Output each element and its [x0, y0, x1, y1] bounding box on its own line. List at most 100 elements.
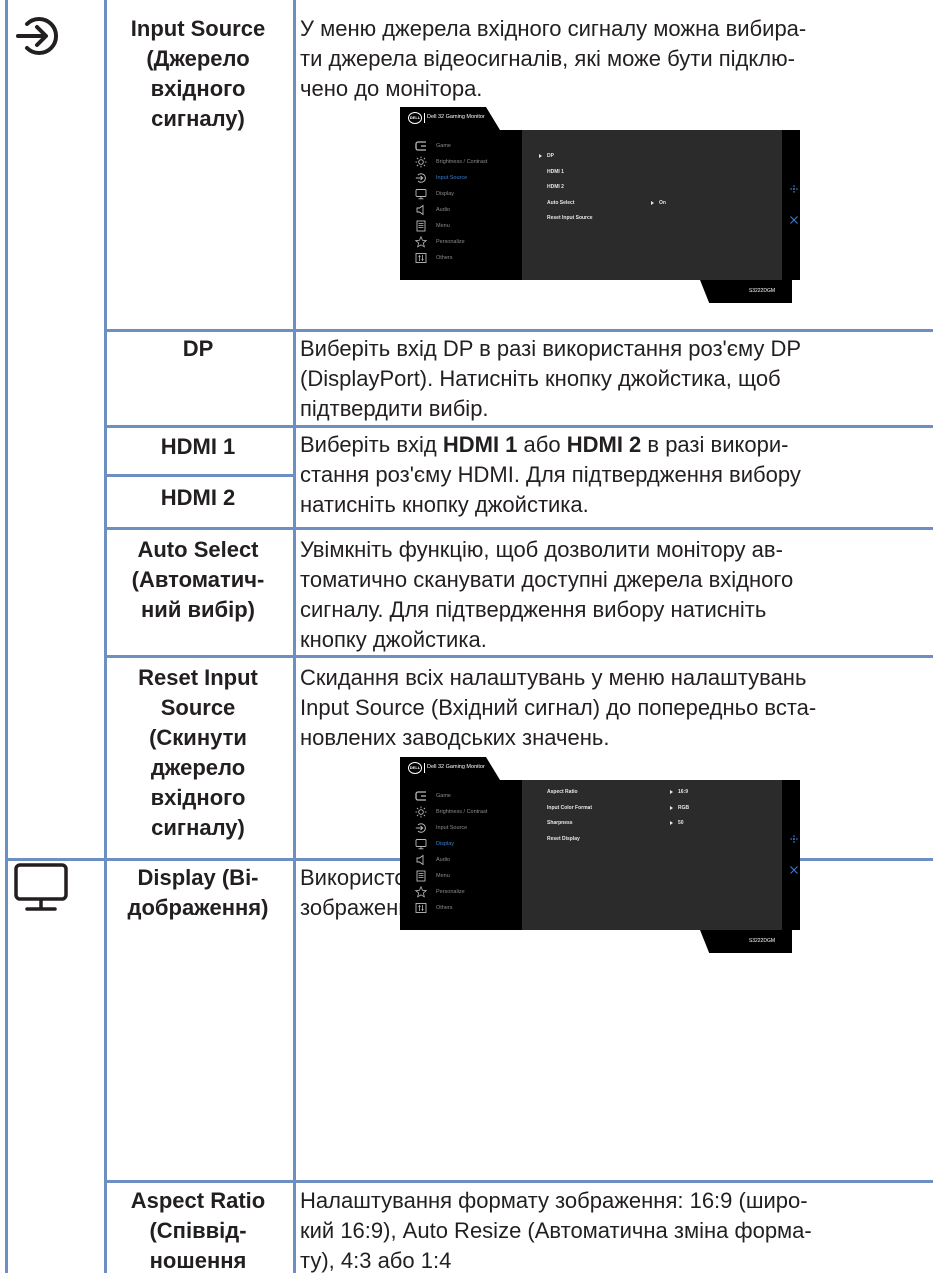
osd-menu-item-label: Display	[436, 191, 455, 197]
osd-menu-item: Menu	[414, 218, 450, 234]
osd-menu-item-label: Display	[436, 841, 455, 847]
game-icon	[414, 790, 428, 802]
brightness-icon	[414, 806, 428, 818]
osd-menu-item: Brightness / Contrast	[414, 154, 487, 170]
osd-title-separator	[424, 113, 425, 123]
hdmi-desc-mid: або	[517, 432, 567, 457]
osd-submenu-item: HDMI 1	[547, 168, 564, 175]
input-source-icon	[15, 12, 63, 60]
display-name: Display (Ві- дображення)	[127, 865, 269, 920]
aspect-ratio-name: Aspect Ratio (Співвід- ношення сторін)	[130, 1188, 266, 1273]
chevron-right-icon	[670, 805, 673, 810]
osd-menu-item-label: Others	[436, 905, 453, 911]
menu-icon	[414, 870, 428, 882]
input-source-name: Input Source (Джерело вхідного сигналу)	[130, 16, 266, 131]
osd-menu-item-label: Others	[436, 255, 453, 261]
game-icon	[414, 140, 428, 152]
osd-menu-item-label: Brightness / Contrast	[436, 159, 488, 165]
osd-footer-tab	[700, 280, 792, 303]
osd-menu-item-label: Menu	[436, 873, 450, 879]
osd-menu-item-label: Game	[436, 793, 451, 799]
osd-submenu-item: Reset Input Source	[547, 215, 593, 221]
osd-menu-item: Personalize	[414, 234, 465, 250]
personalize-icon	[414, 886, 428, 898]
osd-menu-item-label: Brightness / Contrast	[436, 809, 488, 815]
chevron-right-icon	[670, 790, 673, 794]
osd-menu-item: Game	[414, 138, 451, 154]
osd-frame: Game Brightness / Contrast Input Source Dis…	[400, 130, 800, 280]
osd-menu-item: Personalize	[414, 884, 465, 900]
table-left-border	[5, 0, 8, 1273]
osd-menu-item: Brightness / Contrast	[414, 804, 487, 820]
osd-frame: Game Brightness / Contrast Input Source Dis…	[400, 780, 800, 930]
audio-icon	[414, 854, 428, 866]
osd-menu-item-label: Menu	[436, 223, 450, 229]
display-icon	[14, 862, 68, 914]
menu-icon	[414, 220, 428, 232]
hdmi1-name: HDMI 1	[160, 434, 236, 459]
joystick-move-icon	[790, 830, 798, 843]
osd-menu-item-label: Audio	[436, 857, 451, 863]
row-divider	[104, 425, 933, 428]
hdmi-desc-b1: HDMI 1	[442, 432, 518, 457]
osd-submenu-panel	[522, 780, 782, 930]
table-col-divider-2	[293, 0, 296, 1273]
row-divider	[104, 527, 933, 530]
input-source-icon	[414, 172, 428, 184]
audio-icon	[414, 204, 428, 216]
osd-model-title: Dell 32 Gaming Monitor	[427, 114, 485, 120]
personalize-icon	[414, 236, 428, 248]
row-divider	[104, 655, 933, 658]
osd-menu-item: Audio	[414, 202, 450, 218]
osd-title-separator	[424, 763, 425, 773]
osd-submenu-item: DP	[547, 153, 554, 159]
osd-footer: S3222DGM	[400, 280, 800, 303]
osd-menu-item: Menu	[414, 868, 450, 884]
osd-menu-item-label: Input Source	[436, 175, 468, 181]
joystick-move-icon	[790, 180, 798, 193]
row-divider	[104, 329, 933, 332]
hdmi-desc: Виберіть вхід HDMI 1 або HDMI 2 в разі в…	[300, 430, 922, 520]
osd-submenu-item: HDMI 2	[547, 184, 564, 190]
osd-title-bar: DELL Dell 32 Gaming Monitor	[400, 107, 800, 130]
osd-footer-model: S3222DGM	[748, 288, 775, 294]
osd-menu-item: Game	[414, 788, 451, 804]
others-icon	[414, 902, 428, 914]
osd-submenu-item: Sharpness	[547, 820, 573, 826]
close-icon	[789, 862, 799, 874]
osd-menu-item: Audio	[414, 852, 450, 868]
hdmi2-name: HDMI 2	[160, 485, 236, 510]
osd-menu-item-label: Audio	[436, 207, 451, 213]
dell-logo: DELL	[408, 112, 422, 124]
osd-submenu-item: Reset Display	[547, 835, 580, 842]
osd-submenu-item: Aspect Ratio	[547, 789, 578, 795]
input-source-icon	[414, 822, 428, 834]
reset-input-name: Reset Input Source (Скинути джерело вхід…	[138, 665, 258, 840]
osd-menu-item-label: Input Source	[436, 825, 468, 831]
aspect-ratio-desc: Налаштування формату зображення: 16:9 (ш…	[300, 1188, 812, 1273]
chevron-right-icon	[651, 200, 654, 205]
table-col-divider-1	[104, 0, 107, 1273]
dp-name: DP	[182, 336, 214, 361]
close-icon	[789, 212, 799, 224]
osd-submenu-value: RGB	[678, 804, 690, 811]
row-divider	[104, 1180, 933, 1183]
osd-menu-item-label: Game	[436, 143, 451, 149]
auto-select-desc: Увімкніть функцію, щоб дозволити монітор…	[300, 537, 794, 652]
osd-submenu-item: Input Color Format	[547, 804, 592, 811]
display-icon	[414, 188, 428, 200]
osd-menu-item: Display	[414, 836, 454, 852]
osd-input-source-screenshot: DELL Dell 32 Gaming Monitor Game Brightne…	[400, 107, 800, 303]
row-divider	[104, 474, 293, 477]
brightness-icon	[414, 156, 428, 168]
others-icon	[414, 252, 428, 264]
chevron-right-icon	[539, 154, 542, 158]
osd-submenu-value: 16:9	[678, 789, 689, 795]
osd-menu-item: Input Source	[414, 820, 467, 836]
osd-menu-item: Others	[414, 250, 453, 266]
osd-footer-tab	[700, 930, 792, 953]
osd-submenu-item: Auto Select	[547, 199, 575, 206]
hdmi-desc-pre: Виберіть вхід	[300, 432, 443, 457]
auto-select-name: Auto Select (Автоматич- ний вибір)	[131, 537, 265, 622]
osd-model-title: Dell 32 Gaming Monitor	[427, 764, 485, 770]
